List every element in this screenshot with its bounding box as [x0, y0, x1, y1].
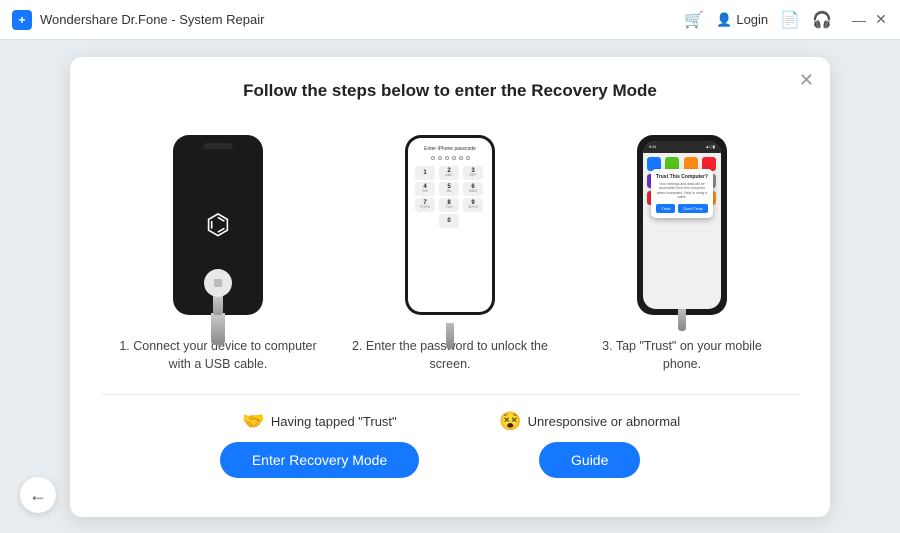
- steps-row: ⌬ 1. Connect your device to computer wit…: [102, 125, 798, 375]
- unresponsive-label-text: Unresponsive or abnormal: [528, 414, 680, 429]
- passcode-dots: [431, 156, 470, 160]
- title-bar-left: + Wondershare Dr.Fone - System Repair: [12, 10, 264, 30]
- dialog: ✕ Follow the steps below to enter the Re…: [70, 57, 830, 517]
- step-2: Enter iPhone passcode 1: [350, 125, 550, 375]
- passcode-label: Enter iPhone passcode: [424, 146, 476, 152]
- trust-desc: Your settings and data will be accessibl…: [656, 182, 708, 200]
- guide-button[interactable]: Guide: [539, 442, 640, 478]
- action-area: 🤝 Having tapped "Trust" Enter Recovery M…: [102, 411, 798, 478]
- title-bar: + Wondershare Dr.Fone - System Repair 🛒 …: [0, 0, 900, 40]
- back-button[interactable]: ←: [20, 477, 56, 513]
- trust-action-group: 🤝 Having tapped "Trust" Enter Recovery M…: [220, 411, 419, 478]
- step3-phone: 9:41 ▲⬡▮: [637, 125, 727, 325]
- main-area: ✕ Follow the steps below to enter the Re…: [0, 40, 900, 533]
- trust-title: Trust This Computer?: [656, 174, 708, 180]
- step-1: ⌬ 1. Connect your device to computer wit…: [118, 125, 318, 375]
- divider: [102, 394, 798, 395]
- trust-buttons: Trust Don't Trust: [656, 204, 708, 213]
- trust-overlay: Trust This Computer? Your settings and d…: [651, 169, 713, 218]
- trust-screen: 9:41 ▲⬡▮: [643, 141, 721, 309]
- phone-trust: 9:41 ▲⬡▮: [637, 135, 727, 315]
- phone-passcode: Enter iPhone passcode 1: [405, 135, 495, 315]
- usb-symbol: ⌬: [206, 208, 230, 241]
- window-controls: — ✕: [852, 13, 888, 27]
- numpad: 1 2ABC 3DEF 4GHI 5JKL 6MNO 7PQRS 8TUV 9W…: [415, 166, 485, 228]
- trust-btn[interactable]: Trust: [656, 204, 675, 213]
- minimize-button[interactable]: —: [852, 13, 866, 27]
- cart-icon[interactable]: 🛒: [684, 10, 704, 30]
- enter-recovery-button[interactable]: Enter Recovery Mode: [220, 442, 419, 478]
- status-icons: ▲⬡▮: [705, 144, 715, 149]
- headset-icon[interactable]: 🎧: [812, 10, 832, 30]
- step2-phone: Enter iPhone passcode 1: [405, 125, 495, 325]
- handshake-emoji: 🤝: [242, 411, 264, 432]
- document-icon[interactable]: 📄: [780, 10, 800, 30]
- passcode-screen: Enter iPhone passcode 1: [408, 138, 492, 312]
- trust-label-text: Having tapped "Trust": [271, 414, 397, 429]
- close-button[interactable]: ✕: [874, 13, 888, 27]
- step3-desc: 3. Tap "Trust" on your mobile phone.: [582, 337, 782, 375]
- dont-trust-btn[interactable]: Don't Trust: [678, 204, 707, 213]
- trust-action-label: 🤝 Having tapped "Trust": [242, 411, 396, 432]
- cable-3: [678, 309, 686, 331]
- title-bar-right: 🛒 👤 Login 📄 🎧 — ✕: [684, 10, 888, 30]
- app-icon: +: [12, 10, 32, 30]
- status-time: 9:41: [649, 144, 657, 149]
- dialog-title: Follow the steps below to enter the Reco…: [102, 81, 798, 101]
- app-title: Wondershare Dr.Fone - System Repair: [40, 12, 264, 27]
- step1-phone: ⌬: [173, 125, 263, 325]
- cable-2: [446, 323, 454, 349]
- user-icon: 👤: [716, 12, 732, 28]
- login-button[interactable]: 👤 Login: [716, 12, 768, 28]
- dialog-close-button[interactable]: ✕: [799, 71, 814, 89]
- status-bar: 9:41 ▲⬡▮: [643, 141, 721, 153]
- step-3: 9:41 ▲⬡▮: [582, 125, 782, 375]
- unresponsive-action-group: 😵 Unresponsive or abnormal Guide: [499, 411, 680, 478]
- warning-emoji: 😵: [499, 411, 521, 432]
- unresponsive-action-label: 😵 Unresponsive or abnormal: [499, 411, 680, 432]
